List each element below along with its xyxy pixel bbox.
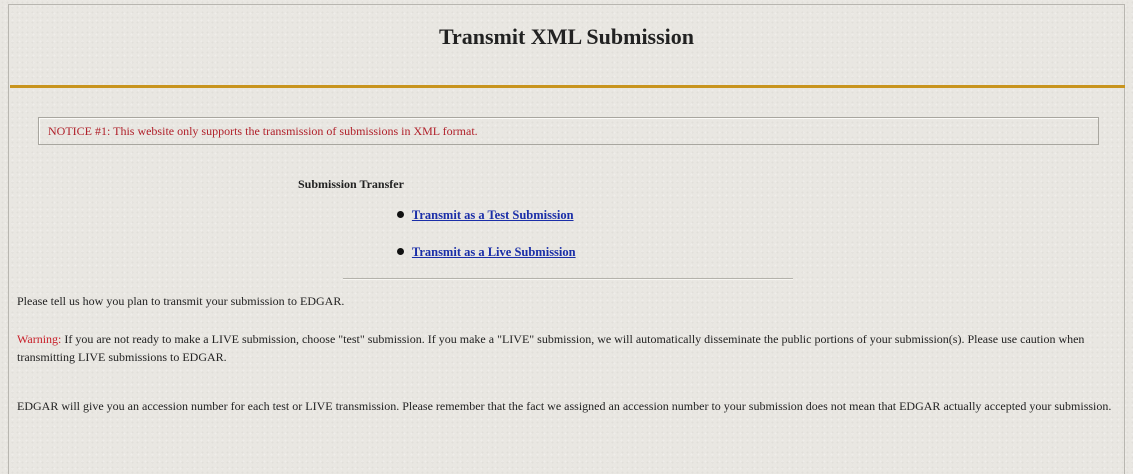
warning-paragraph: Warning: If you are not ready to make a … <box>17 330 1125 366</box>
title-divider <box>10 85 1125 88</box>
live-submission-item: Transmit as a Live Submission <box>397 245 576 260</box>
accession-note: EDGAR will give you an accession number … <box>17 399 1112 413</box>
notice-text: NOTICE #1: This website only supports th… <box>48 124 478 138</box>
bullet-icon <box>397 211 404 218</box>
submission-transfer-heading: Submission Transfer <box>298 177 404 191</box>
test-submission-item: Transmit as a Test Submission <box>397 208 574 223</box>
warning-label: Warning: <box>17 332 62 346</box>
warning-text: If you are not ready to make a LIVE subm… <box>17 332 1085 364</box>
instruction-text: Please tell us how you plan to transmit … <box>17 294 345 308</box>
notice-box: NOTICE #1: This website only supports th… <box>38 117 1099 145</box>
transfer-divider <box>343 278 793 280</box>
bullet-icon <box>397 248 404 255</box>
transmit-test-submission-link[interactable]: Transmit as a Test Submission <box>412 208 574 222</box>
page-title: Transmit XML Submission <box>438 24 695 49</box>
transmit-live-submission-link[interactable]: Transmit as a Live Submission <box>412 245 576 259</box>
